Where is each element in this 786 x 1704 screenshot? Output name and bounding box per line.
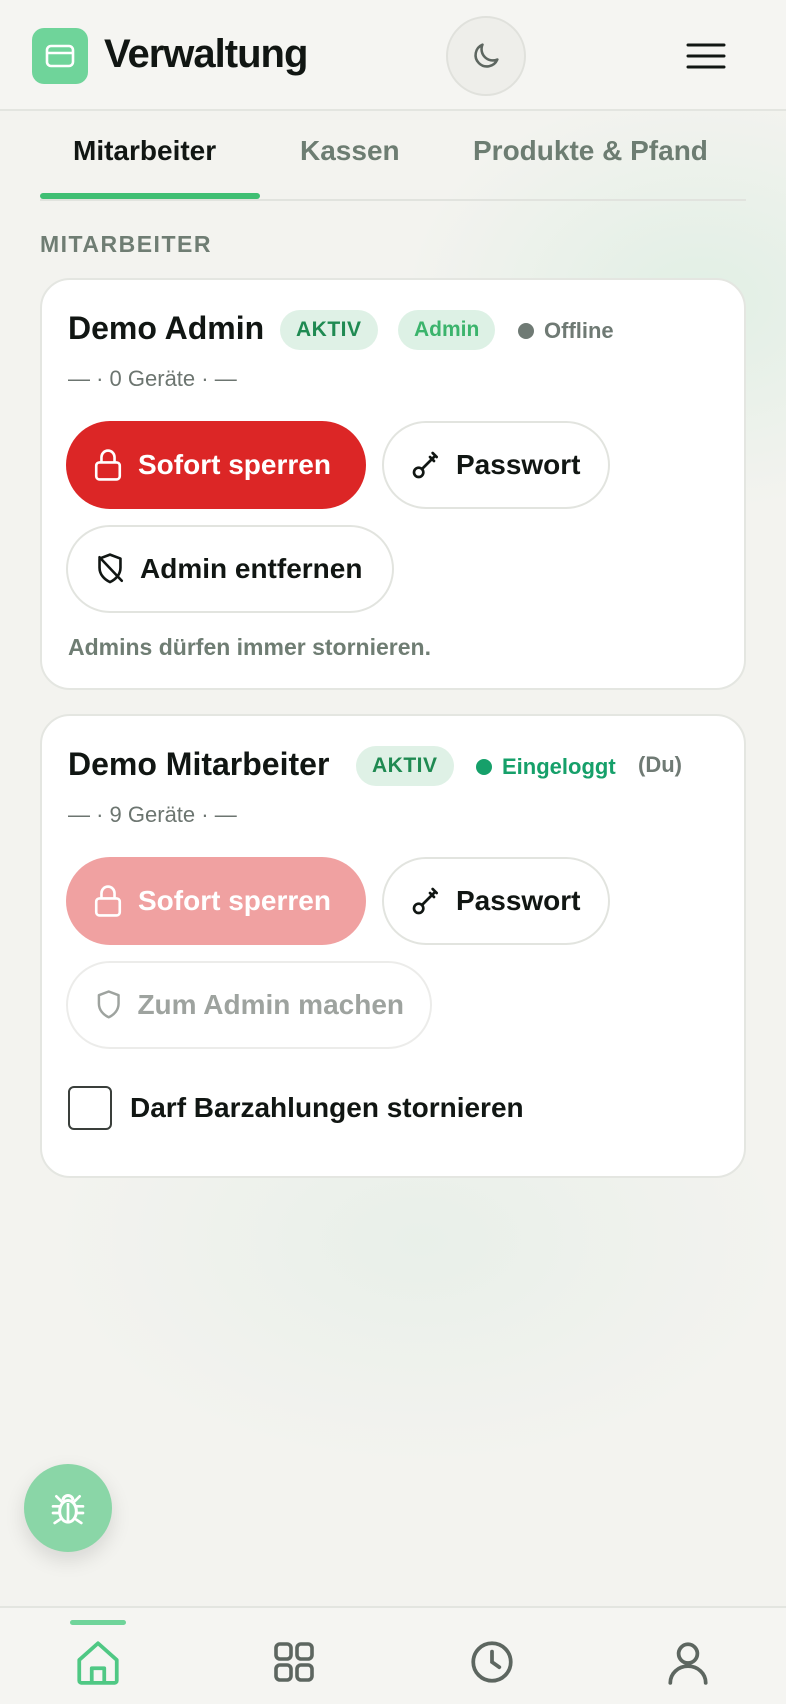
lock-icon xyxy=(94,449,122,481)
moon-icon xyxy=(474,43,499,68)
tab-mitarbeiter[interactable]: Mitarbeiter xyxy=(73,135,216,167)
status-badge: AKTIV xyxy=(356,746,454,786)
cancel-cash-permission: Darf Barzahlungen stornieren xyxy=(68,1086,524,1130)
remove-admin-label: Admin entfernen xyxy=(140,553,363,584)
bottom-nav xyxy=(0,1606,786,1704)
active-tab-indicator xyxy=(40,193,260,199)
admin-note: Admins dürfen immer stornieren. xyxy=(68,634,431,660)
presence-status: Eingeloggt xyxy=(476,754,616,780)
theme-toggle-button[interactable] xyxy=(446,16,526,96)
menu-button[interactable] xyxy=(684,36,728,76)
status-badge: AKTIV xyxy=(280,310,378,350)
nav-history[interactable] xyxy=(460,1630,524,1694)
debug-fab-button[interactable] xyxy=(24,1464,112,1552)
section-label: MITARBEITER xyxy=(40,231,212,257)
grid-icon xyxy=(274,1642,314,1682)
password-button[interactable]: Passwort xyxy=(382,421,610,509)
lock-now-label: Sofort sperren xyxy=(138,449,331,480)
app-header: Verwaltung xyxy=(0,0,786,111)
presence-dot xyxy=(476,759,492,775)
role-badge: Admin xyxy=(398,310,496,350)
presence-label: Offline xyxy=(544,318,614,343)
lock-now-button[interactable]: Sofort sperren xyxy=(66,421,366,509)
employee-card: Demo Mitarbeiter AKTIV Eingeloggt (Du) —… xyxy=(40,714,746,1178)
make-admin-button[interactable]: Zum Admin machen xyxy=(66,961,432,1049)
make-admin-label: Zum Admin machen xyxy=(137,989,404,1020)
lock-now-label: Sofort sperren xyxy=(138,885,331,916)
nav-grid[interactable] xyxy=(262,1630,326,1694)
self-marker: (Du) xyxy=(638,752,682,777)
lock-now-button[interactable]: Sofort sperren xyxy=(66,857,366,945)
remove-admin-button[interactable]: Admin entfernen xyxy=(66,525,394,613)
page-title: Verwaltung xyxy=(104,32,308,76)
lock-icon xyxy=(94,885,122,917)
password-label: Passwort xyxy=(456,885,581,916)
shield-off-icon xyxy=(98,553,124,584)
presence-dot xyxy=(518,323,534,339)
shield-icon xyxy=(97,990,120,1019)
password-button[interactable]: Passwort xyxy=(382,857,610,945)
bug-icon xyxy=(51,1494,85,1525)
cancel-cash-label: Darf Barzahlungen stornieren xyxy=(130,1092,524,1123)
employee-name: Demo Mitarbeiter xyxy=(68,746,330,782)
presence-status: Offline xyxy=(518,318,614,344)
user-icon xyxy=(668,1642,708,1685)
active-nav-indicator xyxy=(70,1620,126,1625)
nav-profile[interactable] xyxy=(656,1630,720,1694)
key-icon xyxy=(412,451,438,479)
nav-home[interactable] xyxy=(66,1630,130,1694)
presence-label: Eingeloggt xyxy=(502,754,616,779)
employee-meta: — · 9 Geräte · — xyxy=(68,802,237,827)
clock-icon xyxy=(471,1641,513,1683)
key-icon xyxy=(412,887,438,915)
password-label: Passwort xyxy=(456,449,581,480)
cancel-cash-checkbox[interactable] xyxy=(68,1086,112,1130)
employee-name: Demo Admin xyxy=(68,310,265,346)
tab-kassen[interactable]: Kassen xyxy=(300,135,400,167)
employee-meta: — · 0 Geräte · — xyxy=(68,366,237,391)
hamburger-menu-icon xyxy=(686,43,726,69)
home-icon xyxy=(77,1641,119,1685)
employee-card: Demo Admin AKTIV Admin Offline — · 0 Ger… xyxy=(40,278,746,690)
tab-bar: Mitarbeiter Kassen Produkte & Pfand xyxy=(40,111,746,201)
tab-produkte-pfand[interactable]: Produkte & Pfand xyxy=(473,135,708,167)
card-icon xyxy=(32,28,88,84)
